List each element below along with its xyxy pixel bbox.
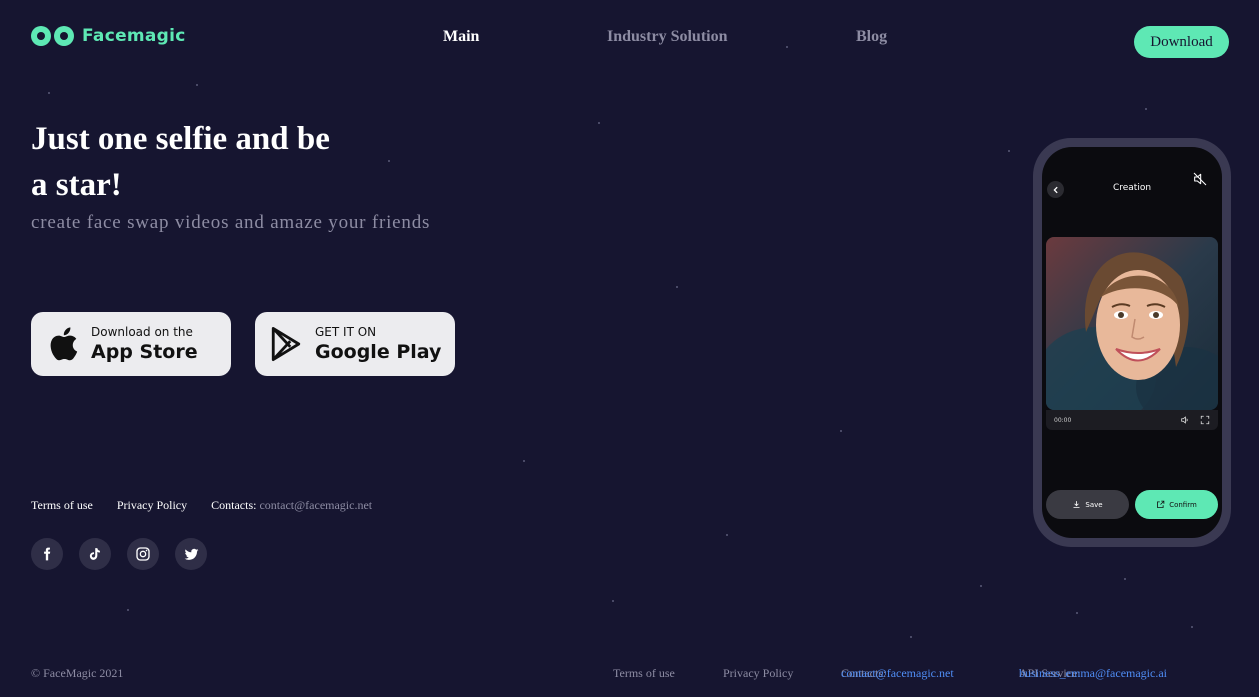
phone-screen: Creation 00:00 Save Confirm — [1042, 147, 1222, 538]
app-store-button[interactable]: Download on the App Store — [31, 312, 231, 376]
google-play-big: Google Play — [315, 340, 442, 363]
speaker-muted-icon — [1193, 172, 1207, 186]
instagram-icon — [136, 547, 150, 561]
face-preview-image — [1046, 237, 1218, 410]
volume-icon[interactable] — [1180, 415, 1190, 425]
save-button[interactable]: Save — [1046, 490, 1129, 519]
app-store-big: App Store — [91, 340, 198, 363]
nav-blog[interactable]: Blog — [856, 28, 887, 46]
footer-privacy-link[interactable]: Privacy Policy — [723, 666, 793, 681]
mute-button[interactable] — [1192, 171, 1208, 192]
contacts-email-link[interactable]: contact@facemagic.net — [259, 498, 372, 512]
footer-contacts-email-link[interactable]: contact@facemagic.net — [841, 666, 954, 681]
hero-subtitle: create face swap videos and amaze your f… — [31, 212, 431, 233]
confirm-button[interactable]: Confirm — [1135, 490, 1218, 519]
footer-terms-link[interactable]: Terms of use — [613, 666, 675, 681]
terms-link[interactable]: Terms of use — [31, 498, 93, 513]
google-play-small: GET IT ON — [315, 324, 377, 339]
download-button[interactable]: Download — [1134, 26, 1229, 58]
main-nav: Main Industry Solution Blog — [0, 28, 1259, 48]
google-play-icon — [271, 326, 301, 361]
contacts-label: Contacts: — [211, 498, 257, 512]
download-icon — [1073, 501, 1080, 508]
nav-main[interactable]: Main — [443, 28, 479, 46]
google-play-button[interactable]: GET IT ON Google Play — [255, 312, 455, 376]
tiktok-icon — [89, 548, 100, 560]
privacy-link[interactable]: Privacy Policy — [117, 498, 187, 513]
social-icons — [31, 538, 207, 570]
facebook-icon — [44, 547, 51, 561]
info-links: Terms of use Privacy Policy Contacts: co… — [31, 498, 372, 513]
export-icon — [1157, 500, 1165, 508]
video-time: 00:00 — [1054, 416, 1072, 424]
instagram-button[interactable] — [127, 538, 159, 570]
twitter-button[interactable] — [175, 538, 207, 570]
apple-icon — [50, 327, 78, 361]
app-store-small: Download on the — [91, 324, 193, 339]
tiktok-button[interactable] — [79, 538, 111, 570]
twitter-icon — [184, 548, 198, 560]
video-preview[interactable] — [1046, 237, 1218, 410]
save-label: Save — [1085, 500, 1103, 509]
copyright: © FaceMagic 2021 — [31, 666, 124, 680]
footer-api-email-link[interactable]: business_emma@facemagic.ai — [1019, 666, 1167, 681]
facebook-button[interactable] — [31, 538, 63, 570]
video-controls: 00:00 — [1046, 410, 1218, 430]
hero-title: Just one selfie and be a star! — [31, 121, 330, 203]
nav-industry-solution[interactable]: Industry Solution — [607, 28, 728, 46]
phone-mockup: Creation 00:00 Save Confirm — [1033, 138, 1231, 547]
confirm-label: Confirm — [1169, 500, 1197, 509]
fullscreen-icon[interactable] — [1200, 415, 1210, 425]
